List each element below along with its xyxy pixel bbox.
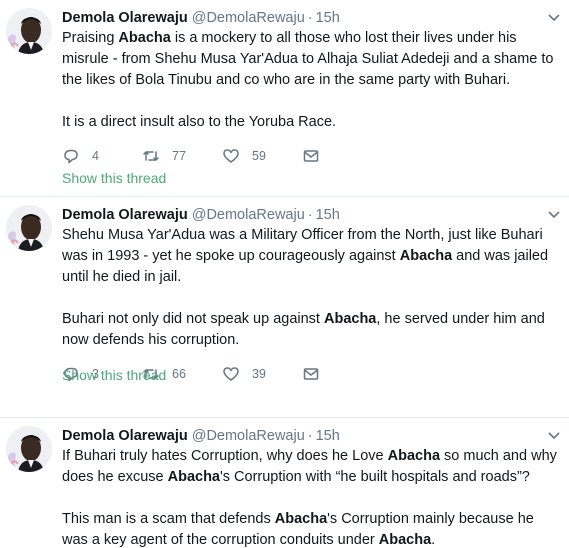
display-name[interactable]: Demola Olarewaju (62, 205, 188, 225)
tweet-actions: 4 77 59 (62, 145, 557, 167)
text-run: It is a direct insult also to the Yoruba… (62, 114, 337, 130)
tweet-text: Shehu Musa Yar'Adua was a Military Offic… (62, 225, 557, 351)
retweet-count: 66 (172, 367, 186, 381)
highlighted-keyword: Abacha (274, 511, 328, 527)
separator-dot: · (307, 207, 313, 223)
like-button[interactable]: 59 (222, 147, 302, 165)
direct-message-button[interactable] (302, 365, 382, 383)
show-thread-link[interactable]: Show this thread (62, 170, 166, 186)
tweet[interactable]: Demola Olarewaju @DemolaRewaju · 15h If … (0, 418, 569, 548)
text-run: 's Corruption with “he built hospitals a… (220, 469, 530, 485)
highlighted-keyword: Abacha (323, 311, 377, 327)
text-run: . (431, 532, 436, 548)
highlighted-keyword: Abacha (387, 448, 441, 464)
like-button[interactable]: 39 (222, 365, 302, 383)
highlighted-keyword: Abacha (118, 30, 171, 46)
tweet[interactable]: Demola Olarewaju @DemolaRewaju · 15h She… (0, 197, 569, 418)
tweet[interactable]: Demola Olarewaju @DemolaRewaju · 15h Pra… (0, 0, 569, 197)
avatar[interactable] (6, 8, 52, 54)
timestamp[interactable]: 15h (316, 205, 340, 225)
like-count: 39 (252, 367, 266, 381)
reply-count: 4 (92, 149, 99, 163)
tweet-paragraph: It is a direct insult also to the Yoruba… (62, 112, 557, 133)
tweet-paragraph: This man is a scam that defends Abacha's… (62, 509, 557, 548)
separator-dot: · (307, 10, 313, 26)
timestamp[interactable]: 15h (316, 426, 340, 446)
timestamp[interactable]: 15h (316, 8, 340, 28)
chevron-down-icon[interactable] (547, 207, 561, 221)
display-name[interactable]: Demola Olarewaju (62, 426, 188, 446)
chevron-down-icon[interactable] (547, 428, 561, 442)
user-handle[interactable]: @DemolaRewaju (192, 426, 305, 446)
tweet-header: Demola Olarewaju @DemolaRewaju · 15h (62, 205, 557, 225)
tweet-paragraph: If Buhari truly hates Corruption, why do… (62, 446, 557, 488)
tweet-text: If Buhari truly hates Corruption, why do… (62, 446, 557, 548)
chevron-down-icon[interactable] (547, 10, 561, 24)
show-thread-link[interactable]: Show this thread (62, 367, 166, 383)
heart-icon (223, 367, 239, 381)
avatar[interactable] (6, 426, 52, 472)
retweet-count: 77 (172, 149, 186, 163)
text-run: This man is a scam that defends (62, 511, 275, 527)
separator-dot: · (307, 428, 313, 444)
tweet-text: Praising Abacha is a mockery to all thos… (62, 28, 557, 133)
reply-button[interactable]: 4 (62, 147, 142, 165)
tweet-header: Demola Olarewaju @DemolaRewaju · 15h (62, 426, 557, 446)
text-run: If Buhari truly hates Corruption, why do… (62, 448, 388, 464)
retweet-button[interactable]: 77 (142, 147, 222, 165)
display-name[interactable]: Demola Olarewaju (62, 8, 188, 28)
highlighted-keyword: Abacha (378, 532, 432, 548)
heart-icon (223, 149, 239, 163)
tweet-paragraph: Praising Abacha is a mockery to all thos… (62, 28, 557, 91)
tweet-paragraph: Shehu Musa Yar'Adua was a Military Offic… (62, 225, 557, 288)
text-run: Praising (62, 30, 119, 46)
direct-message-button[interactable] (302, 147, 382, 165)
highlighted-keyword: Abacha (399, 248, 453, 264)
tweet-paragraph: Buhari not only did not speak up against… (62, 309, 557, 351)
envelope-icon (303, 368, 319, 380)
highlighted-keyword: Abacha (167, 469, 220, 485)
user-handle[interactable]: @DemolaRewaju (192, 205, 305, 225)
tweet-feed: Demola Olarewaju @DemolaRewaju · 15h Pra… (0, 0, 569, 548)
text-run: Buhari not only did not speak up against (62, 311, 324, 327)
retweet-icon (143, 151, 159, 161)
user-handle[interactable]: @DemolaRewaju (192, 8, 305, 28)
envelope-icon (303, 150, 319, 162)
reply-icon (64, 149, 78, 164)
tweet-header: Demola Olarewaju @DemolaRewaju · 15h (62, 8, 557, 28)
avatar[interactable] (6, 205, 52, 251)
like-count: 59 (252, 149, 266, 163)
